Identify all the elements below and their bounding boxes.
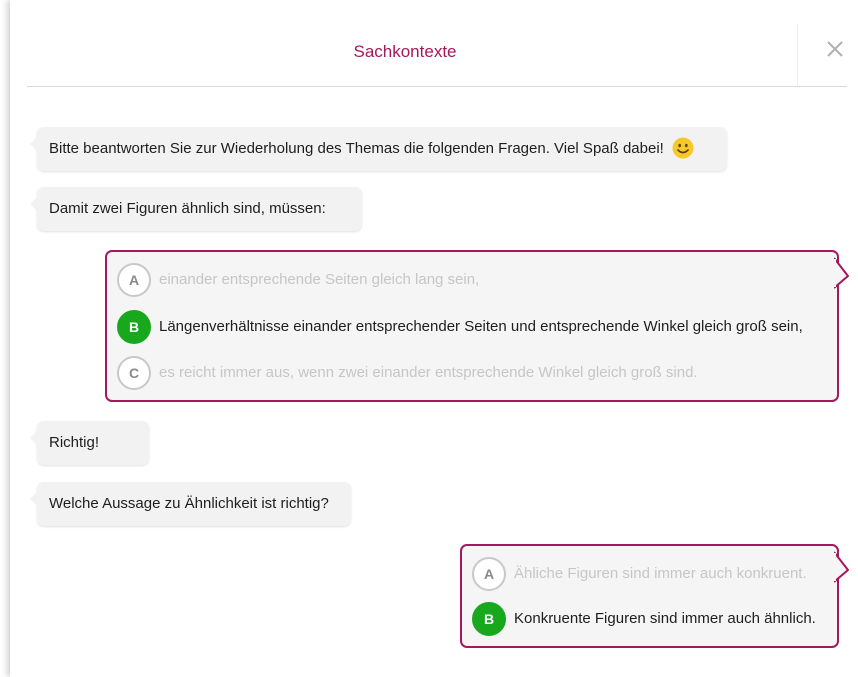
bubble-tail	[30, 197, 37, 211]
answer-option-b[interactable]: B Längenverhältnisse einander entspreche…	[117, 310, 817, 344]
option-text: Längenverhältnisse einander entsprechend…	[159, 318, 803, 335]
dialog-header: Sachkontexte	[10, 0, 858, 88]
option-text: Konkruente Figuren sind immer auch ähnli…	[514, 610, 816, 627]
bubble-tail	[834, 257, 849, 289]
option-letter-badge: A	[117, 263, 151, 297]
option-letter-badge: B	[117, 310, 151, 344]
answer-options-1: A einander entsprechende Seiten gleich l…	[105, 250, 849, 402]
message-text: Richtig!	[49, 434, 100, 451]
bubble-tail	[30, 492, 37, 506]
option-text: einander entsprechende Seiten gleich lan…	[159, 271, 480, 288]
close-icon	[827, 41, 843, 57]
bubble-tail	[30, 431, 37, 445]
option-letter-badge: B	[472, 602, 506, 636]
answer-option-c[interactable]: C es reicht immer aus, wenn zwei einande…	[117, 356, 817, 390]
bot-message-feedback: Richtig!	[30, 421, 149, 465]
option-letter-badge: A	[472, 557, 506, 591]
answer-options-2: A Ähliche Figuren sind immer auch konkru…	[460, 544, 849, 648]
answer-option-a[interactable]: A einander entsprechende Seiten gleich l…	[117, 263, 817, 297]
bubble-tail	[834, 551, 849, 583]
header-divider	[797, 24, 798, 86]
chat-dialog: Sachkontexte Bitte beantworten Sie zur W…	[10, 0, 858, 677]
bot-message-question-1: Damit zwei Figuren ähnlich sind, müssen:	[30, 187, 362, 231]
header-separator	[27, 86, 847, 87]
answer-option-a[interactable]: A Ähliche Figuren sind immer auch konkru…	[472, 557, 827, 591]
option-letter-badge: C	[117, 356, 151, 390]
bot-message-intro: Bitte beantworten Sie zur Wiederholung d…	[30, 127, 727, 171]
message-text: Bitte beantworten Sie zur Wiederholung d…	[49, 140, 664, 157]
message-text: Welche Aussage zu Ähnlichkeit ist richti…	[49, 495, 329, 512]
option-text: es reicht immer aus, wenn zwei einander …	[159, 364, 698, 381]
dialog-title: Sachkontexte	[353, 42, 457, 61]
bot-message-question-2: Welche Aussage zu Ähnlichkeit ist richti…	[30, 482, 351, 526]
answer-option-b[interactable]: B Konkruente Figuren sind immer auch ähn…	[472, 602, 827, 636]
close-button[interactable]	[822, 36, 848, 62]
bubble-tail	[30, 137, 37, 151]
smiley-icon	[672, 137, 694, 159]
message-text: Damit zwei Figuren ähnlich sind, müssen:	[49, 200, 326, 217]
option-text: Ähliche Figuren sind immer auch konkruen…	[514, 565, 807, 582]
